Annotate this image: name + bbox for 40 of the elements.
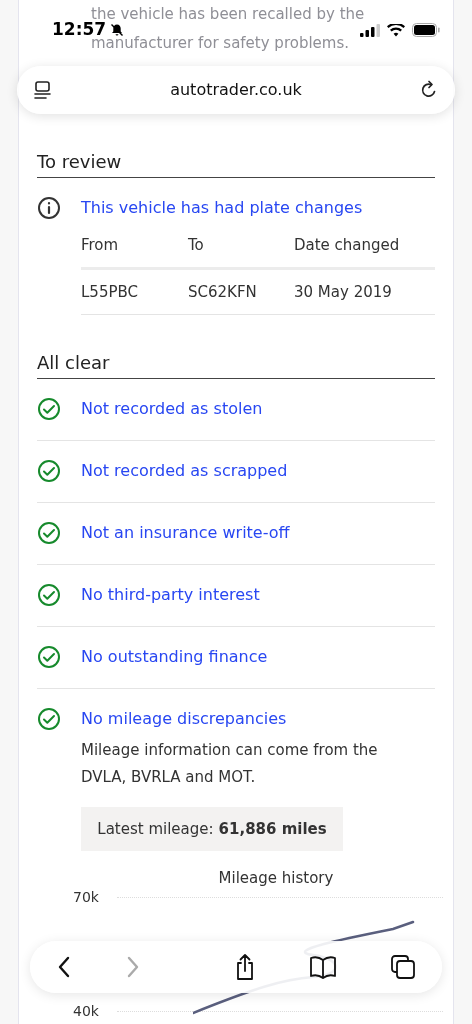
check-title: Not recorded as scrapped xyxy=(81,460,289,482)
page-menu-icon[interactable] xyxy=(33,80,53,100)
check-circle-icon xyxy=(37,583,61,607)
check-title: No outstanding finance xyxy=(81,646,269,668)
check-circle-icon xyxy=(37,397,61,421)
table-cell-text: 30 May 2019 xyxy=(294,281,393,303)
wifi-icon xyxy=(387,23,405,37)
check-title: Not an insurance write-off xyxy=(81,522,291,544)
column-header: Date changed xyxy=(294,235,401,256)
chart-title: Mileage history xyxy=(218,868,334,889)
table-cell-text: L55PBC xyxy=(81,281,139,303)
check-circle-icon xyxy=(37,645,61,669)
axis-tick-label: 40k xyxy=(73,1003,100,1019)
check-title: No third-party interest xyxy=(81,584,261,606)
mileage-info-text: Mileage information can come from the DVLA, BVRLA and MOT. xyxy=(81,740,379,788)
section-heading: All clear xyxy=(37,349,435,379)
check-title: No mileage discrepancies xyxy=(81,708,288,730)
signal-icon xyxy=(360,23,380,37)
section-heading: To review xyxy=(37,148,435,178)
address-bar[interactable]: autotrader.co.uk xyxy=(17,66,455,114)
back-icon[interactable] xyxy=(56,955,72,979)
tabs-icon[interactable] xyxy=(390,954,416,980)
recall-notice-text: the vehicle has been recalled by the xyxy=(91,6,365,22)
table-cell-text: SC62KFN xyxy=(188,281,258,303)
check-title: Not recorded as stolen xyxy=(81,398,264,420)
recall-notice-text: manufacturer for safety problems. xyxy=(91,35,349,51)
latest-mileage-label: Latest mileage: xyxy=(97,818,214,840)
check-circle-icon xyxy=(37,459,61,483)
axis-tick-label: 70k xyxy=(73,889,100,905)
plate-changes-title: This vehicle has had plate changes xyxy=(81,197,364,219)
check-circle-icon xyxy=(37,521,61,545)
column-header: To xyxy=(188,235,205,256)
book-icon[interactable] xyxy=(309,955,337,979)
battery-icon xyxy=(412,23,440,37)
share-icon[interactable] xyxy=(234,953,256,981)
column-header: From xyxy=(81,235,120,256)
info-icon xyxy=(37,196,61,220)
url-text: autotrader.co.uk xyxy=(170,79,302,101)
latest-mileage-value: 61,886 miles xyxy=(218,818,327,840)
check-circle-icon xyxy=(37,707,61,731)
